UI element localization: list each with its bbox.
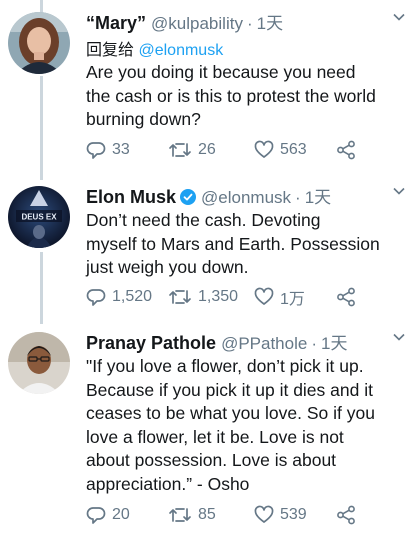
tweet-pranay[interactable]: Pranay Pathole @PPathole · 1天 "If you lo… <box>0 320 417 544</box>
tweet-text-line: Don’t need the cash. Devoting <box>86 210 321 230</box>
share-icon <box>337 505 355 525</box>
tweet-elon[interactable]: DEUS EX Elon Musk @elonmusk · 1天 Don’t n… <box>0 180 417 320</box>
retweet-button[interactable]: 1,350 <box>168 287 254 307</box>
author-handle[interactable]: @PPathole <box>221 334 307 354</box>
tweet-text-line: Are you doing it because you need <box>86 62 356 82</box>
reply-button[interactable]: 33 <box>86 140 168 160</box>
chevron-down-icon[interactable] <box>393 185 405 197</box>
share-button[interactable] <box>336 287 356 307</box>
retweet-icon <box>169 143 191 157</box>
share-icon <box>337 287 355 307</box>
reply-prefix: 回复给 <box>86 42 135 59</box>
tweet-time[interactable]: 1天 <box>321 329 347 354</box>
like-count: 539 <box>280 506 307 523</box>
avatar[interactable]: DEUS EX <box>8 186 70 248</box>
reply-icon <box>86 289 106 306</box>
reply-count: 20 <box>112 506 130 523</box>
tweet-text-line: burning down? <box>86 109 201 129</box>
retweet-count: 1,350 <box>198 288 239 305</box>
tweet-text-line: Because if you pick it up it dies and it <box>86 379 373 400</box>
tweet-text-line: ceases to be what you love. So if you <box>86 403 375 423</box>
tweet-text-line: love a flower, let it be. Love is not <box>86 426 344 447</box>
tweet-text-line: "If you love a flower, don’t pick it up. <box>86 356 364 376</box>
author-handle[interactable]: @kulpability <box>151 14 243 34</box>
tweet-text: Are you doing it because you need the ca… <box>86 61 405 132</box>
avatar-caption: DEUS EX <box>21 213 57 222</box>
like-count: 1万 <box>280 291 305 308</box>
tweet-text-line: just weigh you down. <box>86 257 249 277</box>
reply-to-line: 回复给 @elonmusk <box>86 36 405 59</box>
verified-badge-icon <box>180 189 197 205</box>
tweet-text-line: appreciation.” - Osho <box>86 473 250 494</box>
avatar[interactable] <box>8 12 70 74</box>
like-button[interactable]: 563 <box>254 140 336 160</box>
avatar[interactable] <box>8 332 70 394</box>
reply-button[interactable]: 20 <box>86 505 168 525</box>
tweet-time[interactable]: 1天 <box>257 9 283 34</box>
tweet-text-line: myself to Mars and Earth. Possession <box>86 233 380 254</box>
tweet-text-line: about possession. Love is about <box>86 450 337 470</box>
reply-button[interactable]: 1,520 <box>86 287 168 307</box>
share-button[interactable] <box>336 140 356 160</box>
like-button[interactable]: 539 <box>254 505 336 525</box>
author-name[interactable]: Elon Musk <box>86 187 176 208</box>
tweet-text-line: the cash or is this to protest the world <box>86 85 376 106</box>
separator-dot: · <box>295 188 301 207</box>
tweet-text: Don’t need the cash. Devoting myself to … <box>86 209 405 280</box>
like-icon <box>254 505 274 523</box>
retweet-button[interactable]: 26 <box>168 140 254 160</box>
like-icon <box>254 287 274 305</box>
separator-dot: · <box>311 334 317 353</box>
reply-icon <box>86 142 106 159</box>
like-icon <box>254 140 274 158</box>
share-icon <box>337 140 355 160</box>
chevron-down-icon[interactable] <box>393 11 405 23</box>
retweet-button[interactable]: 85 <box>168 505 254 525</box>
like-button[interactable]: 1万 <box>254 285 336 309</box>
tweet-text: "If you love a flower, don’t pick it up.… <box>86 355 405 496</box>
like-count: 563 <box>280 141 307 158</box>
tweet-time[interactable]: 1天 <box>305 183 331 208</box>
author-name[interactable]: “Mary” <box>86 13 146 34</box>
author-name[interactable]: Pranay Pathole <box>86 333 216 354</box>
chevron-down-icon[interactable] <box>393 331 405 343</box>
reply-count: 1,520 <box>112 288 153 305</box>
retweet-icon <box>169 290 191 304</box>
reply-handle-link[interactable]: @elonmusk <box>138 42 223 59</box>
share-button[interactable] <box>336 505 356 525</box>
tweet-mary[interactable]: “Mary” @kulpability · 1天 回复给 @elonmusk A… <box>0 0 417 180</box>
retweet-icon <box>169 508 191 522</box>
author-handle[interactable]: @elonmusk <box>201 188 291 208</box>
retweet-count: 85 <box>198 506 216 523</box>
separator-dot: · <box>246 14 253 33</box>
reply-icon <box>86 507 106 524</box>
reply-count: 33 <box>112 141 130 158</box>
retweet-count: 26 <box>198 141 216 158</box>
